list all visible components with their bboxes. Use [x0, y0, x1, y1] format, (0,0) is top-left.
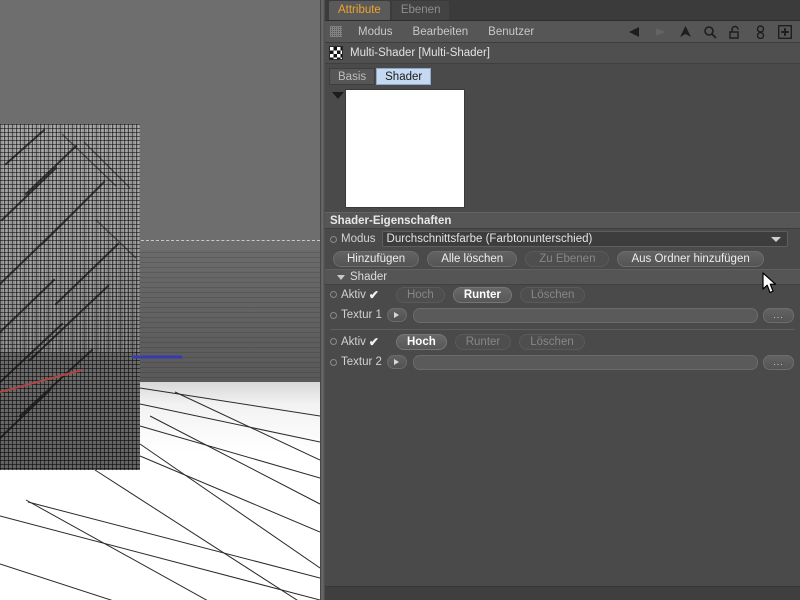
textur-label-2: Textur 2 — [341, 356, 382, 368]
textur-browse-button-1[interactable]: ... — [763, 307, 794, 323]
section-header-shader-eigenschaften: Shader-Eigenschaften — [325, 212, 800, 229]
triangle-right-icon-1[interactable] — [386, 308, 407, 322]
axis-x-line — [0, 369, 83, 393]
row-modus: Modus Durchschnittsfarbe (Farbtonuntersc… — [325, 229, 800, 249]
section-title: Shader-Eigenschaften — [330, 214, 452, 227]
checkerboard-icon — [329, 46, 343, 60]
hinzufuegen-button[interactable]: Hinzufügen — [333, 251, 420, 267]
aktiv-checkbox-2[interactable]: ✔ — [369, 335, 379, 349]
runter-button-1[interactable]: Runter — [452, 286, 512, 303]
triangle-right-icon-2[interactable] — [386, 355, 407, 369]
entry-divider — [330, 329, 795, 330]
shader-entry-1: Aktiv ✔ Hoch Runter Löschen Textur 1 ... — [325, 285, 800, 326]
textur-link-dot-1[interactable] — [330, 311, 337, 319]
unlock-icon[interactable] — [727, 24, 743, 40]
triangle-down-icon — [337, 274, 345, 280]
loeschen-button-1: Löschen — [519, 286, 586, 303]
panel-bottom-bar — [325, 586, 800, 600]
tab-attribute[interactable]: Attribute — [329, 1, 390, 20]
textur-label-1: Textur 1 — [341, 309, 382, 321]
axis-gizmo — [0, 355, 182, 393]
zu-ebenen-button: Zu Ebenen — [525, 251, 610, 267]
subtab-shader[interactable]: Shader — [376, 67, 432, 85]
row-aktiv-2: Aktiv ✔ Hoch Runter Löschen — [325, 332, 800, 351]
group-header-shader[interactable]: Shader — [325, 269, 800, 285]
modus-label: Modus — [341, 233, 376, 245]
shader-preview-swatch[interactable] — [345, 89, 465, 208]
tab-ebenen[interactable]: Ebenen — [391, 1, 450, 20]
drag-grip-icon[interactable] — [330, 26, 342, 37]
row-aktiv-1: Aktiv ✔ Hoch Runter Löschen — [325, 285, 800, 304]
up-arrow-icon[interactable] — [677, 24, 693, 40]
menu-modus[interactable]: Modus — [348, 26, 403, 38]
back-arrow-icon[interactable] — [627, 24, 643, 40]
panel-tabstrip: Attribute Ebenen — [325, 0, 800, 21]
textur-link-dot-2[interactable] — [330, 358, 337, 366]
textur-field-1[interactable] — [412, 307, 758, 323]
hoch-button-1: Hoch — [395, 286, 445, 303]
aktiv-link-dot-2[interactable] — [330, 338, 337, 345]
aktiv-label-2: Aktiv — [341, 335, 366, 348]
group-title: Shader — [350, 271, 388, 283]
object-header: Multi-Shader [Multi-Shader] — [325, 43, 800, 64]
textur-field-2[interactable] — [412, 354, 758, 370]
hoch-button-2[interactable]: Hoch — [395, 333, 447, 350]
aktiv-checkbox-1[interactable]: ✔ — [369, 288, 379, 302]
textur-browse-button-2[interactable]: ... — [763, 354, 794, 370]
perspective-3d-viewport[interactable] — [0, 0, 320, 600]
row-textur-2: Textur 2 ... — [325, 351, 800, 373]
attribute-subtabs: Basis Shader — [325, 64, 800, 86]
aktiv-label-1: Aktiv — [341, 288, 366, 301]
alle-loeschen-button[interactable]: Alle löschen — [427, 251, 518, 267]
aktiv-link-dot-1[interactable] — [330, 291, 337, 298]
modus-dropdown[interactable]: Durchschnittsfarbe (Farbtonunterschied) — [381, 231, 788, 247]
object-title: Multi-Shader [Multi-Shader] — [350, 47, 490, 59]
add-panel-icon[interactable] — [777, 24, 793, 40]
aus-ordner-hinzufuegen-button[interactable]: Aus Ordner hinzufügen — [617, 251, 764, 267]
menubar-icon-group — [627, 24, 800, 40]
modus-value: Durchschnittsfarbe (Farbtonunterschied) — [386, 233, 593, 245]
row-textur-1: Textur 1 ... — [325, 304, 800, 326]
forward-arrow-icon[interactable] — [652, 24, 668, 40]
subtab-basis[interactable]: Basis — [329, 67, 376, 85]
shader-entry-2: Aktiv ✔ Hoch Runter Löschen Textur 2 ... — [325, 332, 800, 373]
app-window: Attribute Ebenen Modus Bearbeiten Benutz… — [0, 0, 800, 600]
menu-bearbeiten[interactable]: Bearbeiten — [403, 26, 479, 38]
loeschen-button-2: Löschen — [519, 333, 585, 350]
attribute-manager-panel: Attribute Ebenen Modus Bearbeiten Benutz… — [325, 0, 800, 600]
link-icon[interactable] — [752, 24, 768, 40]
cloner-block-detail — [0, 128, 137, 440]
triangle-collapse-icon[interactable] — [332, 92, 344, 99]
shader-preview-area — [325, 86, 800, 212]
modus-link-dot[interactable] — [330, 235, 337, 243]
shader-action-buttons: Hinzufügen Alle löschen Zu Ebenen Aus Or… — [325, 249, 800, 269]
panel-menubar: Modus Bearbeiten Benutzer — [325, 21, 800, 43]
chevron-down-icon — [771, 236, 781, 242]
menu-benutzer[interactable]: Benutzer — [478, 26, 544, 38]
search-icon[interactable] — [702, 24, 718, 40]
runter-button-2: Runter — [454, 333, 512, 350]
